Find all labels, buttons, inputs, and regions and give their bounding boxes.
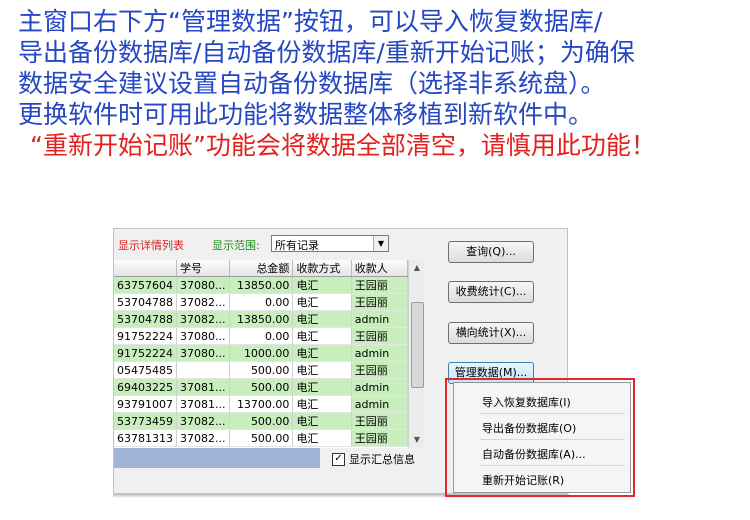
table-header-row: 学号 总金额 收款方式 收款人 [114, 260, 409, 277]
checkbox-checked-icon[interactable]: ✓ [332, 452, 345, 466]
table-row[interactable]: 93791007 37081... 13700.00 电汇 admin [114, 395, 409, 413]
menu-item-export-backup[interactable]: 导出备份数据库(O) [482, 420, 576, 436]
query-button[interactable]: 查询(Q)... [448, 241, 534, 263]
cell-amount: 13700.00 [229, 395, 294, 413]
cell-id: 91752224 [114, 344, 177, 362]
cell-id: 53704788 [114, 293, 177, 311]
summary-checkbox-label: 显示汇总信息 [349, 453, 415, 466]
cell-student-no: 37080... [176, 276, 230, 294]
cell-amount: 13850.00 [229, 310, 294, 328]
cell-amount: 500.00 [229, 412, 294, 430]
fee-stats-button[interactable]: 收费统计(C)... [448, 281, 534, 303]
cell-amount: 500.00 [229, 429, 294, 447]
cell-method: 电汇 [292, 395, 352, 413]
cell-amount: 13850.00 [229, 276, 294, 294]
cell-id: 53773459 [114, 412, 177, 430]
cell-amount: 0.00 [229, 327, 294, 345]
cell-payee: 王园丽 [351, 276, 409, 294]
table-scrollbar[interactable]: ▲ ▼ [408, 260, 425, 448]
table-row[interactable]: 05475485 500.00 电汇 王园丽 [114, 361, 409, 379]
cell-id: 91752224 [114, 327, 177, 345]
cell-payee: admin [351, 395, 409, 413]
range-label: 显示范围: [212, 239, 260, 252]
scroll-up-icon[interactable]: ▲ [409, 260, 425, 276]
table-row[interactable]: 91752224 37080... 1000.00 电汇 admin [114, 344, 409, 362]
column-header[interactable]: 学号 [176, 260, 230, 277]
caption-line: 导出备份数据库/自动备份数据库/重新开始记账；为确保 [18, 38, 635, 67]
table-row[interactable]: 53704788 37082... 13850.00 电汇 admin [114, 310, 409, 328]
table-row[interactable]: 63781313 37082... 500.00 电汇 王园丽 [114, 429, 409, 447]
cell-method: 电汇 [292, 429, 352, 447]
cell-student-no: 37081... [176, 395, 230, 413]
window-shadow [113, 494, 569, 498]
column-header[interactable]: 收款人 [351, 260, 409, 277]
scroll-down-icon[interactable]: ▼ [409, 432, 425, 448]
column-header[interactable]: 总金额 [229, 260, 294, 277]
range-select-value: 所有记录 [275, 239, 319, 252]
cell-amount: 1000.00 [229, 344, 294, 362]
table-row[interactable]: 53704788 37082... 0.00 电汇 王园丽 [114, 293, 409, 311]
caption-text: 主窗口右下方“管理数据”按钮，可以导入恢复数据库/ 导出备份数据库/自动备份数据… [18, 6, 742, 161]
caption-warning-line: “重新开始记账”功能会将数据全部清空，请慎用此功能！ [30, 131, 656, 160]
cell-payee: admin [351, 344, 409, 362]
cross-stats-button[interactable]: 横向统计(X)... [448, 322, 534, 344]
scroll-thumb[interactable] [411, 302, 424, 388]
cell-method: 电汇 [292, 276, 352, 294]
cell-id: 53704788 [114, 310, 177, 328]
menu-item-restart-accounting[interactable]: 重新开始记账(R) [482, 472, 564, 488]
cell-amount: 0.00 [229, 293, 294, 311]
cell-amount: 500.00 [229, 361, 294, 379]
cell-method: 电汇 [292, 310, 352, 328]
cell-method: 电汇 [292, 344, 352, 362]
cell-id: 63757604 [114, 276, 177, 294]
column-header[interactable]: 收款方式 [292, 260, 352, 277]
cell-method: 电汇 [292, 327, 352, 345]
menu-separator [480, 439, 625, 440]
summary-bar [114, 448, 320, 468]
manage-data-button[interactable]: 管理数据(M)... [448, 362, 534, 384]
table-row[interactable]: 53773459 37082... 500.00 电汇 王园丽 [114, 412, 409, 430]
cell-method: 电汇 [292, 293, 352, 311]
caption-line: 数据安全建议设置自动备份数据库（选择非系统盘）。 [18, 69, 606, 98]
cell-payee: admin [351, 310, 409, 328]
cell-student-no [176, 361, 230, 379]
detail-list-label[interactable]: 显示详情列表 [118, 237, 184, 253]
cell-method: 电汇 [292, 378, 352, 396]
cell-student-no: 37080... [176, 344, 230, 362]
cell-payee: 王园丽 [351, 429, 409, 447]
cell-payee: 王园丽 [351, 327, 409, 345]
cell-method: 电汇 [292, 361, 352, 379]
menu-separator [480, 413, 625, 414]
records-table: 学号 总金额 收款方式 收款人 63757604 37080... 13850.… [114, 260, 409, 448]
cell-payee: 王园丽 [351, 293, 409, 311]
table-row[interactable]: 69403225 37081... 500.00 电汇 admin [114, 378, 409, 396]
caption-line: 主窗口右下方“管理数据”按钮，可以导入恢复数据库/ [18, 7, 603, 36]
cell-student-no: 37081... [176, 378, 230, 396]
manage-data-menu: 导入恢复数据库(I) 导出备份数据库(O) 自动备份数据库(A)... 重新开始… [453, 382, 631, 493]
caption-line: 更换软件时可用此功能将数据整体移植到新软件中。 [18, 100, 594, 129]
cell-id: 93791007 [114, 395, 177, 413]
range-select[interactable]: 所有记录 ▼ [271, 235, 389, 252]
table-row[interactable]: 91752224 37080... 0.00 电汇 王园丽 [114, 327, 409, 345]
menu-separator [480, 465, 625, 466]
cell-payee: 王园丽 [351, 412, 409, 430]
cell-student-no: 37082... [176, 293, 230, 311]
cell-payee: admin [351, 378, 409, 396]
column-header[interactable] [114, 260, 177, 277]
cell-student-no: 37080... [176, 327, 230, 345]
cell-amount: 500.00 [229, 378, 294, 396]
cell-method: 电汇 [292, 412, 352, 430]
menu-item-auto-backup[interactable]: 自动备份数据库(A)... [482, 446, 586, 462]
cell-id: 05475485 [114, 361, 177, 379]
cell-student-no: 37082... [176, 429, 230, 447]
cell-id: 69403225 [114, 378, 177, 396]
cell-student-no: 37082... [176, 310, 230, 328]
cell-id: 63781313 [114, 429, 177, 447]
summary-checkbox[interactable]: ✓ 显示汇总信息 [332, 451, 415, 467]
menu-item-import-restore[interactable]: 导入恢复数据库(I) [482, 394, 571, 410]
cell-student-no: 37082... [176, 412, 230, 430]
table-row[interactable]: 63757604 37080... 13850.00 电汇 王园丽 [114, 276, 409, 294]
chevron-down-icon[interactable]: ▼ [373, 236, 388, 251]
cell-payee: 王园丽 [351, 361, 409, 379]
